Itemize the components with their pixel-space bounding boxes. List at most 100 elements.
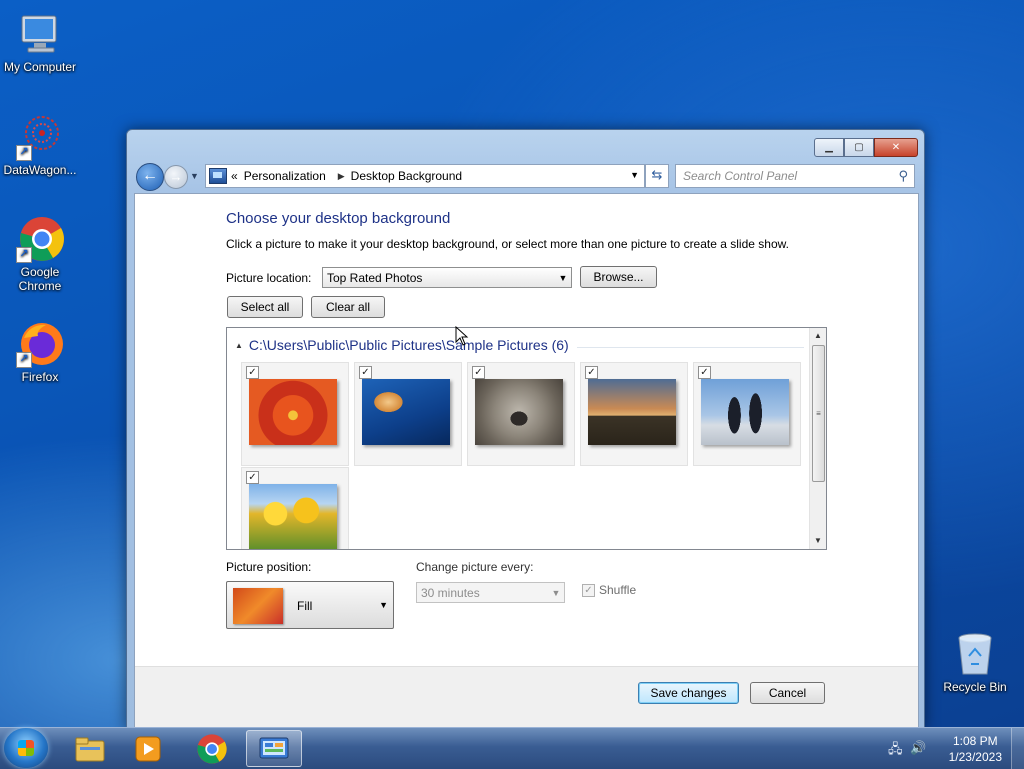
chrysanthemum-thumbnail [249,379,337,445]
scroll-down-icon[interactable]: ▼ [810,533,826,549]
close-button[interactable]: ✕ [874,138,918,157]
taskbar-control-panel-button[interactable] [246,730,302,767]
tulips-thumbnail [249,484,337,549]
volume-icon[interactable]: 🔊 [910,740,926,756]
picture-checkbox[interactable]: ✓ [246,366,259,379]
picture-gallery: ▲ C:\Users\Public\Public Pictures\Sample… [226,327,827,550]
shortcut-arrow-icon: ↗ [16,247,32,263]
clear-all-button[interactable]: Clear all [311,296,385,318]
footer-bar: Save changes Cancel [135,666,918,729]
picture-checkbox[interactable]: ✓ [698,366,711,379]
maximize-button[interactable]: ▢ [844,138,874,157]
taskbar-explorer-button[interactable] [62,730,118,767]
control-panel-icon [259,737,289,758]
collapse-icon[interactable]: ▲ [235,341,243,350]
start-button[interactable] [4,728,48,768]
taskbar-media-player-button[interactable] [120,730,176,767]
page-description: Click a picture to make it your desktop … [226,237,789,251]
show-desktop-button[interactable] [1011,728,1024,769]
forward-button[interactable]: → [164,165,188,189]
picture-tile-tulips[interactable]: ✓ [241,467,349,549]
clock[interactable]: 1:08 PM 1/23/2023 [949,733,1002,765]
picture-checkbox[interactable]: ✓ [472,366,485,379]
chevron-down-icon: ▼ [379,600,388,610]
jellyfish-thumbnail [362,379,450,445]
desktop-icon-google-chrome[interactable]: ↗ Google Chrome [0,215,80,293]
breadcrumb-overflow[interactable]: « [231,169,238,183]
search-box[interactable]: Search Control Panel ⚲ [675,164,915,188]
scroll-up-icon[interactable]: ▲ [810,328,826,344]
shortcut-arrow-icon: ↗ [16,145,32,161]
picture-tile-chrysanthemum[interactable]: ✓ [241,362,349,466]
media-player-icon [135,736,161,761]
shuffle-label: Shuffle [599,583,637,597]
picture-checkbox[interactable]: ✓ [359,366,372,379]
cancel-button[interactable]: Cancel [750,682,825,704]
desktop-icon-label: My Computer [3,60,77,74]
shortcut-arrow-icon: ↗ [16,352,32,368]
lighthouse-thumbnail [588,379,676,445]
desktop-icon-my-computer[interactable]: My Computer [0,10,80,74]
desktop-icon-recycle-bin[interactable]: Recycle Bin [935,630,1015,694]
change-picture-every-value: 30 minutes [421,585,480,600]
address-dropdown-icon[interactable]: ▼ [630,170,639,180]
picture-tile-penguins[interactable]: ✓ [693,362,801,466]
back-button[interactable]: ← [136,163,164,191]
address-bar[interactable]: « Personalization ▶ Desktop Background ▼ [205,164,645,188]
breadcrumb-personalization[interactable]: Personalization [244,169,326,183]
page-title: Choose your desktop background [226,210,451,227]
group-header[interactable]: ▲ C:\Users\Public\Public Pictures\Sample… [235,337,569,353]
desktop-icon-firefox[interactable]: ↗ Firefox [0,320,80,384]
desktop-icon-datawagon[interactable]: ↗ DataWagon... [0,113,80,177]
close-icon: ✕ [891,142,901,153]
change-picture-every-select[interactable]: 30 minutes ▼ [416,582,565,603]
back-arrow-icon: ← [142,167,158,184]
search-input[interactable]: Search Control Panel [683,169,898,183]
save-changes-button[interactable]: Save changes [638,682,739,704]
refresh-button[interactable]: ⇆ [645,164,669,188]
browse-button[interactable]: Browse... [580,266,657,288]
picture-location-select[interactable]: Top Rated Photos ▼ [322,267,572,288]
minimize-button[interactable]: ▁ [814,138,844,157]
picture-tile-jellyfish[interactable]: ✓ [354,362,462,466]
clock-date: 1/23/2023 [948,750,1002,764]
change-picture-every-label: Change picture every: [416,560,534,574]
picture-position-label: Picture position: [226,560,312,574]
select-all-button[interactable]: Select all [227,296,303,318]
penguins-thumbnail [701,379,789,445]
chrome-icon: ↗ [16,215,64,263]
shuffle-checkbox[interactable]: ✓ [582,583,595,597]
firefox-icon: ↗ [16,320,64,368]
recent-pages-button[interactable]: ▼ [190,171,199,181]
recycle-bin-icon [951,630,999,678]
picture-location-label: Picture location: [226,271,312,285]
refresh-icon: ⇆ [651,167,663,182]
desktop-icon-label: Firefox [21,370,59,384]
chevron-down-icon: ▼ [558,272,568,283]
picture-checkbox[interactable]: ✓ [585,366,598,379]
content-pane: Choose your desktop background Click a p… [134,193,919,730]
search-icon[interactable]: ⚲ [898,168,908,184]
maximize-icon: ▢ [854,142,864,153]
gallery-scrollbar[interactable]: ▲ ≡ ▼ [809,328,826,549]
picture-tile-koala[interactable]: ✓ [467,362,575,466]
picture-position-select[interactable]: Fill ▼ [226,581,394,629]
network-icon[interactable]: 🖧 [888,740,903,762]
picture-position-value: Fill [297,599,313,613]
control-panel-icon [209,168,227,184]
system-tray: 🖧 🔊 1:08 PM 1/23/2023 [874,728,1024,769]
picture-checkbox[interactable]: ✓ [246,471,259,484]
window-controls: ▁ ▢ ✕ [814,138,918,157]
folder-icon [75,737,105,761]
picture-tile-lighthouse[interactable]: ✓ [580,362,688,466]
taskbar-chrome-button[interactable] [184,730,240,767]
desktop-icon-label: Google Chrome [18,265,62,293]
chevron-down-icon: ▼ [551,587,561,598]
shuffle-option[interactable]: ✓ Shuffle [582,583,636,597]
desktop-icon-label: DataWagon... [3,163,77,177]
group-divider [577,347,804,348]
breadcrumb-desktop-background[interactable]: Desktop Background [351,169,462,183]
scrollbar-thumb[interactable]: ≡ [812,345,825,482]
breadcrumb-separator-icon[interactable]: ▶ [338,171,345,182]
picture-location-value: Top Rated Photos [327,270,423,285]
